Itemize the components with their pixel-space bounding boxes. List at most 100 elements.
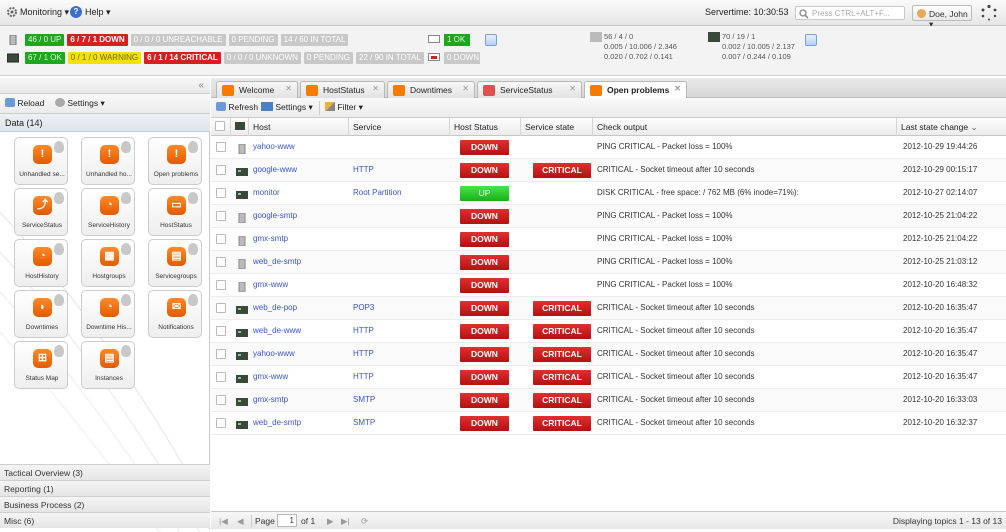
data-tile[interactable]: ◔ Downtime His... bbox=[81, 290, 135, 338]
host-pill[interactable]: 0 PENDING bbox=[228, 34, 278, 46]
table-row[interactable]: web_de-pop POP3 DOWN CRITICAL CRITICAL - Soc… bbox=[211, 297, 1006, 320]
filter-button[interactable]: Filter ▾ bbox=[325, 102, 363, 113]
service-link[interactable] bbox=[353, 228, 449, 251]
data-tile[interactable]: ! Open problems bbox=[148, 137, 202, 185]
data-tile[interactable]: ▤ Servicegroups bbox=[148, 239, 202, 287]
tab-servicestatus[interactable]: ServiceStatus ✕ bbox=[477, 81, 582, 98]
data-tile[interactable]: ✉ Notifications bbox=[148, 290, 202, 338]
refresh-metrics-icon[interactable] bbox=[805, 34, 817, 46]
data-tile[interactable]: ◔ ServiceHistory bbox=[81, 188, 135, 236]
row-checkbox[interactable] bbox=[216, 257, 226, 267]
host-link[interactable]: web_de-pop bbox=[253, 297, 349, 320]
service-link[interactable]: SMTP bbox=[353, 412, 449, 435]
service-link[interactable] bbox=[353, 251, 449, 274]
host-link[interactable]: gmx-www bbox=[253, 366, 349, 389]
monitoring-menu[interactable]: Monitoring ▾ bbox=[20, 7, 69, 18]
tab-close-icon[interactable]: ✕ bbox=[462, 84, 469, 93]
service-link[interactable] bbox=[353, 136, 449, 159]
table-row[interactable]: gmx-www HTTP DOWN CRITICAL CRITICAL - Socket… bbox=[211, 366, 1006, 389]
table-row[interactable]: web_de-www HTTP DOWN CRITICAL CRITICAL - Soc… bbox=[211, 320, 1006, 343]
help-menu[interactable]: Help ▾ bbox=[85, 7, 111, 18]
refresh-status-icon[interactable] bbox=[485, 34, 497, 46]
tab-welcome[interactable]: Welcome ✕ bbox=[216, 81, 298, 98]
row-checkbox[interactable] bbox=[216, 280, 226, 290]
reload-button[interactable]: Reload bbox=[5, 98, 44, 108]
collapse-left-icon[interactable]: « bbox=[198, 80, 204, 91]
host-link[interactable]: gmx-smtp bbox=[253, 228, 349, 251]
row-checkbox[interactable] bbox=[216, 418, 226, 428]
column-header-service-state[interactable]: Service state bbox=[521, 118, 593, 136]
data-tile[interactable]: ! Unhandled ho... bbox=[81, 137, 135, 185]
data-tile[interactable]: ! Unhandled se... bbox=[14, 137, 68, 185]
host-link[interactable]: gmx-www bbox=[253, 274, 349, 297]
host-link[interactable]: gmx-smtp bbox=[253, 389, 349, 412]
service-pill[interactable]: 22 / 90 IN TOTAL bbox=[356, 52, 424, 64]
row-checkbox[interactable] bbox=[216, 372, 226, 382]
host-link[interactable]: yahoo-www bbox=[253, 343, 349, 366]
row-checkbox[interactable] bbox=[216, 188, 226, 198]
tab-close-icon[interactable]: ✕ bbox=[569, 84, 576, 93]
column-header-host[interactable]: Host bbox=[249, 118, 349, 136]
table-row[interactable]: monitor Root Partition UP DISK CRITICAL - f… bbox=[211, 182, 1006, 205]
row-checkbox[interactable] bbox=[216, 211, 226, 221]
service-pill[interactable]: 67 / 1 OK bbox=[25, 52, 65, 64]
table-row[interactable]: google-smtp DOWN PING CRITICAL - Packet lo… bbox=[211, 205, 1006, 228]
tab-downtimes[interactable]: Downtimes ✕ bbox=[387, 81, 475, 98]
refresh-button[interactable]: Refresh bbox=[216, 102, 258, 112]
column-header-host-status[interactable]: Host Status bbox=[450, 118, 521, 136]
data-section-header[interactable]: Data (14) bbox=[0, 114, 210, 132]
accordion-section[interactable]: Business Process (2) bbox=[0, 496, 210, 512]
service-link[interactable]: HTTP bbox=[353, 366, 449, 389]
service-pill[interactable]: 6 / 1 / 14 CRITICAL bbox=[144, 52, 221, 64]
host-pill[interactable]: 0 / 0 / 0 UNREACHABLE bbox=[130, 34, 226, 46]
tab-close-icon[interactable]: ✕ bbox=[372, 84, 379, 93]
select-all-column[interactable] bbox=[211, 118, 231, 136]
settings-button[interactable]: Settings ▾ bbox=[55, 98, 105, 109]
host-pill[interactable]: 6 / 7 / 1 DOWN bbox=[67, 34, 128, 46]
table-row[interactable]: yahoo-www DOWN PING CRITICAL - Packet loss… bbox=[211, 136, 1006, 159]
prev-page-icon[interactable]: ◀ bbox=[237, 516, 244, 527]
data-tile[interactable]: ⤴ ServiceStatus bbox=[14, 188, 68, 236]
row-checkbox[interactable] bbox=[216, 234, 226, 244]
down-count-badge[interactable]: 0 DOWN bbox=[444, 52, 480, 64]
ok-count-badge[interactable]: 1 OK bbox=[444, 34, 470, 46]
table-row[interactable]: gmx-smtp SMTP DOWN CRITICAL CRITICAL - Socke… bbox=[211, 389, 1006, 412]
host-link[interactable]: yahoo-www bbox=[253, 136, 349, 159]
host-link[interactable]: google-www bbox=[253, 159, 349, 182]
column-header-last-state-change[interactable]: Last state change ⌄ bbox=[897, 118, 1006, 136]
accordion-section[interactable]: Reporting (1) bbox=[0, 480, 210, 496]
column-header-service[interactable]: Service bbox=[349, 118, 450, 136]
grid-settings-button[interactable]: Settings ▾ bbox=[261, 102, 313, 113]
row-checkbox[interactable] bbox=[216, 303, 226, 313]
user-menu-button[interactable]: Doe, John ▾ bbox=[912, 5, 972, 29]
next-page-icon[interactable]: ▶ bbox=[327, 516, 334, 527]
column-header-check-output[interactable]: Check output bbox=[593, 118, 897, 136]
service-link[interactable] bbox=[353, 205, 449, 228]
service-link[interactable]: HTTP bbox=[353, 343, 449, 366]
service-link[interactable] bbox=[353, 274, 449, 297]
service-link[interactable]: Root Partition bbox=[353, 182, 449, 205]
data-tile[interactable]: ◔ HostHistory bbox=[14, 239, 68, 287]
accordion-section[interactable]: Tactical Overview (3) bbox=[0, 464, 210, 480]
host-pill[interactable]: 14 / 60 IN TOTAL bbox=[280, 34, 349, 46]
service-pill[interactable]: 0 / 1 / 0 WARNING bbox=[67, 52, 142, 64]
data-tile[interactable]: ▦ Hostgroups bbox=[81, 239, 135, 287]
row-checkbox[interactable] bbox=[216, 395, 226, 405]
table-row[interactable]: yahoo-www HTTP DOWN CRITICAL CRITICAL - Sock… bbox=[211, 343, 1006, 366]
tab-close-icon[interactable]: ✕ bbox=[674, 84, 681, 93]
service-link[interactable]: POP3 bbox=[353, 297, 449, 320]
table-row[interactable]: google-www HTTP DOWN CRITICAL CRITICAL - Soc… bbox=[211, 159, 1006, 182]
service-link[interactable]: HTTP bbox=[353, 320, 449, 343]
table-row[interactable]: web_de-smtp SMTP DOWN CRITICAL CRITICAL - So… bbox=[211, 412, 1006, 435]
table-row[interactable]: gmx-smtp DOWN PING CRITICAL - Packet loss … bbox=[211, 228, 1006, 251]
row-checkbox[interactable] bbox=[216, 165, 226, 175]
host-link[interactable]: web_de-smtp bbox=[253, 412, 349, 435]
service-link[interactable]: SMTP bbox=[353, 389, 449, 412]
service-pill[interactable]: 0 PENDING bbox=[303, 52, 354, 64]
host-link[interactable]: web_de-www bbox=[253, 320, 349, 343]
row-checkbox[interactable] bbox=[216, 142, 226, 152]
first-page-icon[interactable]: |◀ bbox=[219, 516, 228, 527]
table-row[interactable]: gmx-www DOWN PING CRITICAL - Packet loss =… bbox=[211, 274, 1006, 297]
tab-open-problems[interactable]: Open problems ✕ bbox=[584, 81, 687, 99]
row-checkbox[interactable] bbox=[216, 349, 226, 359]
